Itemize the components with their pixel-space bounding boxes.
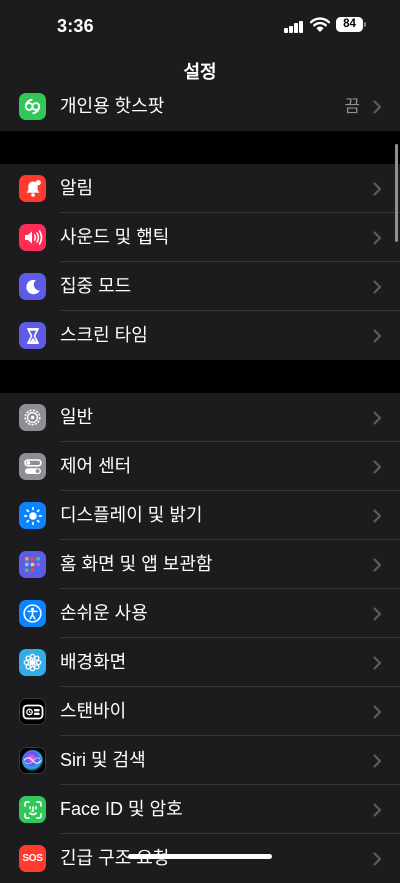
chevron-right-icon	[373, 852, 382, 871]
moon-icon	[19, 273, 46, 300]
sos-icon-text: SOS	[22, 853, 43, 864]
bell-icon	[19, 175, 46, 202]
settings-row-speaker[interactable]: 사운드 및 햅틱	[0, 213, 400, 262]
toggles-icon	[19, 453, 46, 480]
settings-row-personal-hotspot[interactable]: 개인용 핫스팟 끔	[0, 90, 400, 131]
settings-row-standby[interactable]: 스탠바이	[0, 687, 400, 736]
chevron-right-icon	[373, 182, 382, 201]
settings-group-general: 일반제어 센터디스플레이 및 밝기홈 화면 및 앱 보관함손쉬운 사용배경화면스…	[0, 393, 400, 883]
chevron-right-icon	[373, 231, 382, 250]
settings-row-flower[interactable]: 배경화면	[0, 638, 400, 687]
settings-row-label: 디스플레이 및 밝기	[60, 505, 203, 525]
settings-row-label: 집중 모드	[60, 276, 132, 296]
hotspot-status-value: 끔	[344, 97, 360, 116]
settings-row-app-grid[interactable]: 홈 화면 및 앱 보관함	[0, 540, 400, 589]
chevron-right-icon	[373, 754, 382, 773]
navigation-bar: 설정	[0, 52, 400, 90]
status-time: 3:36	[57, 16, 94, 36]
chevron-right-icon	[373, 558, 382, 577]
scrollbar[interactable]	[395, 144, 398, 242]
chevron-right-icon	[373, 100, 382, 119]
page-title: 설정	[183, 62, 217, 82]
settings-row-label: 알림	[60, 178, 94, 198]
settings-row-sun[interactable]: 디스플레이 및 밝기	[0, 491, 400, 540]
siri-icon	[19, 747, 46, 774]
status-bar: 3:36 84	[0, 0, 400, 52]
chevron-right-icon	[373, 411, 382, 430]
settings-row-label: 사운드 및 햅틱	[60, 227, 170, 247]
settings-row-label: Face ID 및 암호	[60, 799, 183, 819]
settings-row-moon[interactable]: 집중 모드	[0, 262, 400, 311]
face-id-icon	[19, 796, 46, 823]
chevron-right-icon	[373, 803, 382, 822]
sos-icon: SOS	[19, 845, 46, 872]
settings-row-hourglass[interactable]: 스크린 타임	[0, 311, 400, 360]
settings-row-toggles[interactable]: 제어 센터	[0, 442, 400, 491]
settings-row-label: 스크린 타임	[60, 325, 148, 345]
settings-row-label: 홈 화면 및 앱 보관함	[60, 554, 213, 574]
settings-row-accessibility[interactable]: 손쉬운 사용	[0, 589, 400, 638]
settings-group-notifications: 알림사운드 및 햅틱집중 모드스크린 타임	[0, 164, 400, 360]
app-grid-icon	[19, 551, 46, 578]
hourglass-icon	[19, 322, 46, 349]
wifi-icon	[309, 17, 331, 37]
settings-row-label: 스탠바이	[60, 701, 127, 721]
cellular-signal-icon	[284, 19, 304, 33]
settings-row-label: Siri 및 검색	[60, 750, 146, 770]
settings-row-label: 일반	[60, 407, 94, 427]
flower-icon	[19, 649, 46, 676]
settings-group-network: 개인용 핫스팟 끔	[0, 90, 400, 131]
gear-icon	[19, 404, 46, 431]
battery-tip	[364, 22, 366, 27]
settings-row-label: 배경화면	[60, 652, 127, 672]
accessibility-icon	[19, 600, 46, 627]
chevron-right-icon	[373, 656, 382, 675]
settings-row-face-id[interactable]: Face ID 및 암호	[0, 785, 400, 834]
chevron-right-icon	[373, 509, 382, 528]
home-indicator[interactable]	[128, 854, 272, 859]
settings-row-label: 개인용 핫스팟	[60, 96, 165, 116]
chevron-right-icon	[373, 329, 382, 348]
battery-icon: 84	[336, 17, 363, 32]
settings-row-label: 손쉬운 사용	[60, 603, 148, 623]
settings-row-label: 제어 센터	[60, 456, 132, 476]
speaker-icon	[19, 224, 46, 251]
chevron-right-icon	[373, 607, 382, 626]
settings-row-gear[interactable]: 일반	[0, 393, 400, 442]
chevron-right-icon	[373, 280, 382, 299]
standby-icon	[19, 698, 46, 725]
chevron-right-icon	[373, 460, 382, 479]
hotspot-icon	[19, 93, 46, 120]
settings-row-siri[interactable]: Siri 및 검색	[0, 736, 400, 785]
chevron-right-icon	[373, 705, 382, 724]
sun-icon	[19, 502, 46, 529]
settings-row-bell[interactable]: 알림	[0, 164, 400, 213]
